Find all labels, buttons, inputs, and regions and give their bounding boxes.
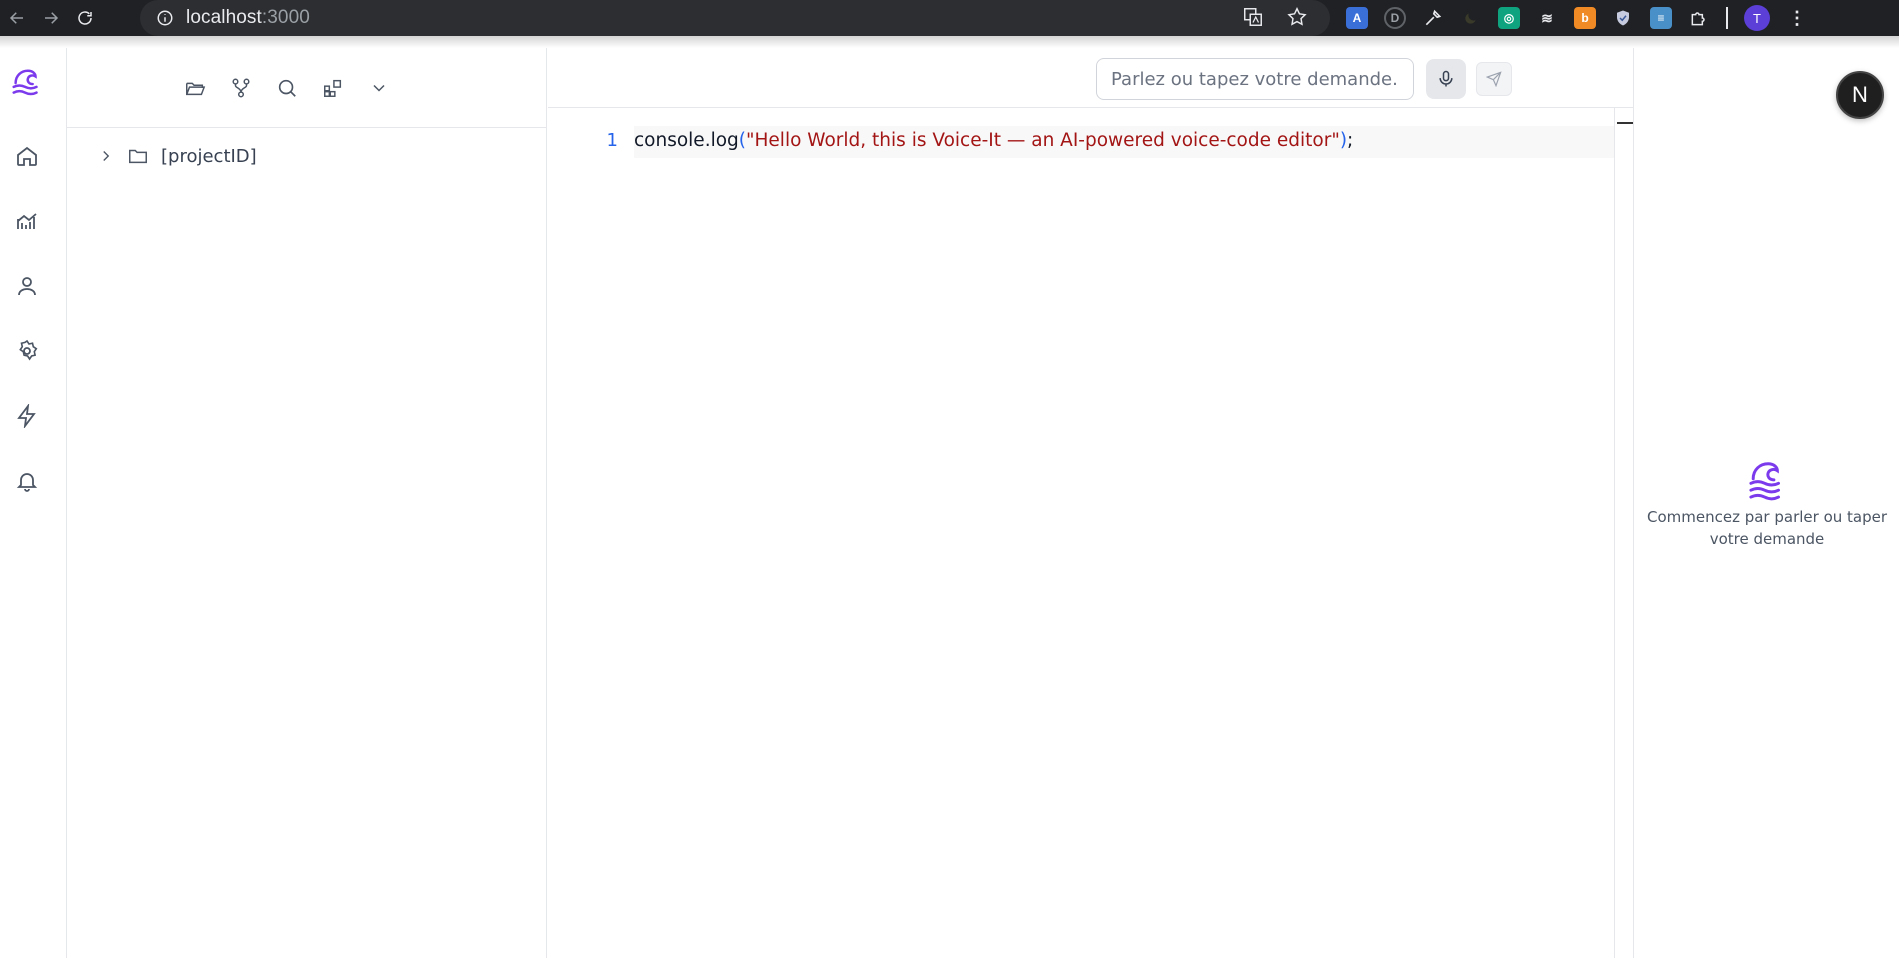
empty-state-line-2: votre demande — [1709, 530, 1825, 548]
extension-moon-icon[interactable] — [1460, 7, 1482, 29]
extension-eyedropper-icon[interactable] — [1422, 7, 1444, 29]
voice-it-logo-icon — [1744, 458, 1790, 504]
git-branch-button[interactable] — [229, 76, 253, 100]
home-icon — [17, 146, 37, 166]
tree-item-project[interactable]: [projectID] — [97, 145, 257, 167]
code-paren-open: ( — [738, 130, 746, 151]
search-icon — [278, 79, 296, 97]
empty-state-line-1: Commencez par parler ou taper — [1646, 508, 1888, 526]
lightning-icon — [17, 404, 36, 428]
url-host: localhost — [186, 7, 262, 28]
git-branch-icon — [231, 78, 250, 97]
code-semicolon: ; — [1347, 130, 1354, 151]
url-text: localhost:3000 — [186, 7, 310, 29]
nav-notifications[interactable] — [13, 467, 41, 495]
nav-rail — [0, 48, 67, 958]
microphone-button[interactable] — [1426, 59, 1466, 99]
bell-icon — [16, 473, 38, 492]
code-identifier: console.log — [634, 130, 739, 151]
extensions-row: A D ◎ ≋ b ≡ T ⋮ — [1346, 4, 1808, 32]
address-bar[interactable]: localhost:3000 — [140, 0, 1330, 36]
nav-home[interactable] — [13, 142, 41, 170]
blocks-icon — [323, 79, 341, 97]
nav-settings[interactable] — [13, 337, 41, 365]
assistant-panel: Commencez par parler ou taper votre dema… — [1633, 48, 1899, 958]
extension-chatgpt-icon[interactable]: ◎ — [1498, 7, 1520, 29]
extension-notes-icon[interactable]: ≡ — [1650, 7, 1672, 29]
browser-menu-icon[interactable]: ⋮ — [1786, 7, 1808, 29]
forward-button[interactable] — [34, 0, 68, 36]
toolbar-separator — [1726, 7, 1728, 29]
extension-d-icon[interactable]: D — [1384, 7, 1406, 29]
explorer-toolbar — [67, 48, 546, 128]
editor-pane: 1 console.log("Hello World, this is Voic… — [548, 48, 1633, 958]
nav-analytics[interactable] — [13, 207, 41, 235]
profile-avatar[interactable]: T — [1744, 5, 1770, 31]
command-bar — [548, 48, 1633, 108]
url-port: :3000 — [261, 7, 310, 28]
nav-profile[interactable] — [13, 272, 41, 300]
editor-scrollbar[interactable] — [1614, 108, 1633, 958]
extensions-button[interactable] — [321, 76, 345, 100]
line-number: 1 — [606, 130, 618, 151]
more-dropdown-button[interactable] — [367, 76, 391, 100]
reload-icon — [78, 11, 92, 25]
back-arrow-icon — [9, 12, 23, 24]
reload-button[interactable] — [68, 0, 102, 36]
translate-icon[interactable] — [1242, 6, 1264, 28]
code-line[interactable]: console.log("Hello World, this is Voice-… — [634, 130, 1353, 151]
extension-wave-icon[interactable]: ≋ — [1536, 7, 1558, 29]
user-icon — [18, 277, 36, 296]
search-button[interactable] — [275, 76, 299, 100]
code-string: "Hello World, this is Voice-It — an AI-p… — [746, 130, 1340, 151]
browser-toolbar: localhost:3000 A D ◎ ≋ b ≡ T ⋮ — [0, 0, 1899, 36]
nav-actions[interactable] — [13, 402, 41, 430]
folder-open-icon — [185, 82, 205, 95]
extension-orange-icon[interactable]: b — [1574, 7, 1596, 29]
assistant-empty-state: Commencez par parler ou taper votre dema… — [1634, 458, 1899, 550]
chevron-down-icon — [372, 84, 385, 92]
code-paren-close: ) — [1339, 130, 1348, 151]
file-explorer: [projectID] — [67, 48, 547, 958]
open-folder-button[interactable] — [183, 76, 207, 100]
voice-command-input[interactable] — [1096, 58, 1414, 100]
microphone-icon — [1439, 70, 1453, 87]
extensions-puzzle-icon[interactable] — [1688, 7, 1710, 29]
chevron-right-icon[interactable] — [97, 147, 115, 165]
tree-item-label: [projectID] — [161, 145, 257, 167]
voice-it-logo-icon[interactable] — [8, 66, 46, 104]
gear-icon — [19, 339, 38, 361]
forward-arrow-icon — [45, 12, 59, 24]
extension-shield-icon[interactable] — [1612, 7, 1634, 29]
bookmark-star-icon[interactable] — [1286, 6, 1308, 28]
site-info-icon[interactable] — [156, 9, 174, 27]
extension-translate-icon[interactable]: A — [1346, 7, 1368, 29]
send-button[interactable] — [1476, 62, 1512, 96]
folder-icon — [129, 149, 147, 164]
next-dev-indicator[interactable]: N — [1836, 71, 1884, 119]
send-icon — [1486, 71, 1502, 87]
browser-divider — [0, 36, 1899, 48]
scrollbar-cursor-marker — [1617, 122, 1633, 124]
code-editor[interactable]: 1 console.log("Hello World, this is Voic… — [548, 108, 1614, 958]
back-button[interactable] — [0, 0, 34, 36]
chart-line-icon — [17, 213, 37, 229]
